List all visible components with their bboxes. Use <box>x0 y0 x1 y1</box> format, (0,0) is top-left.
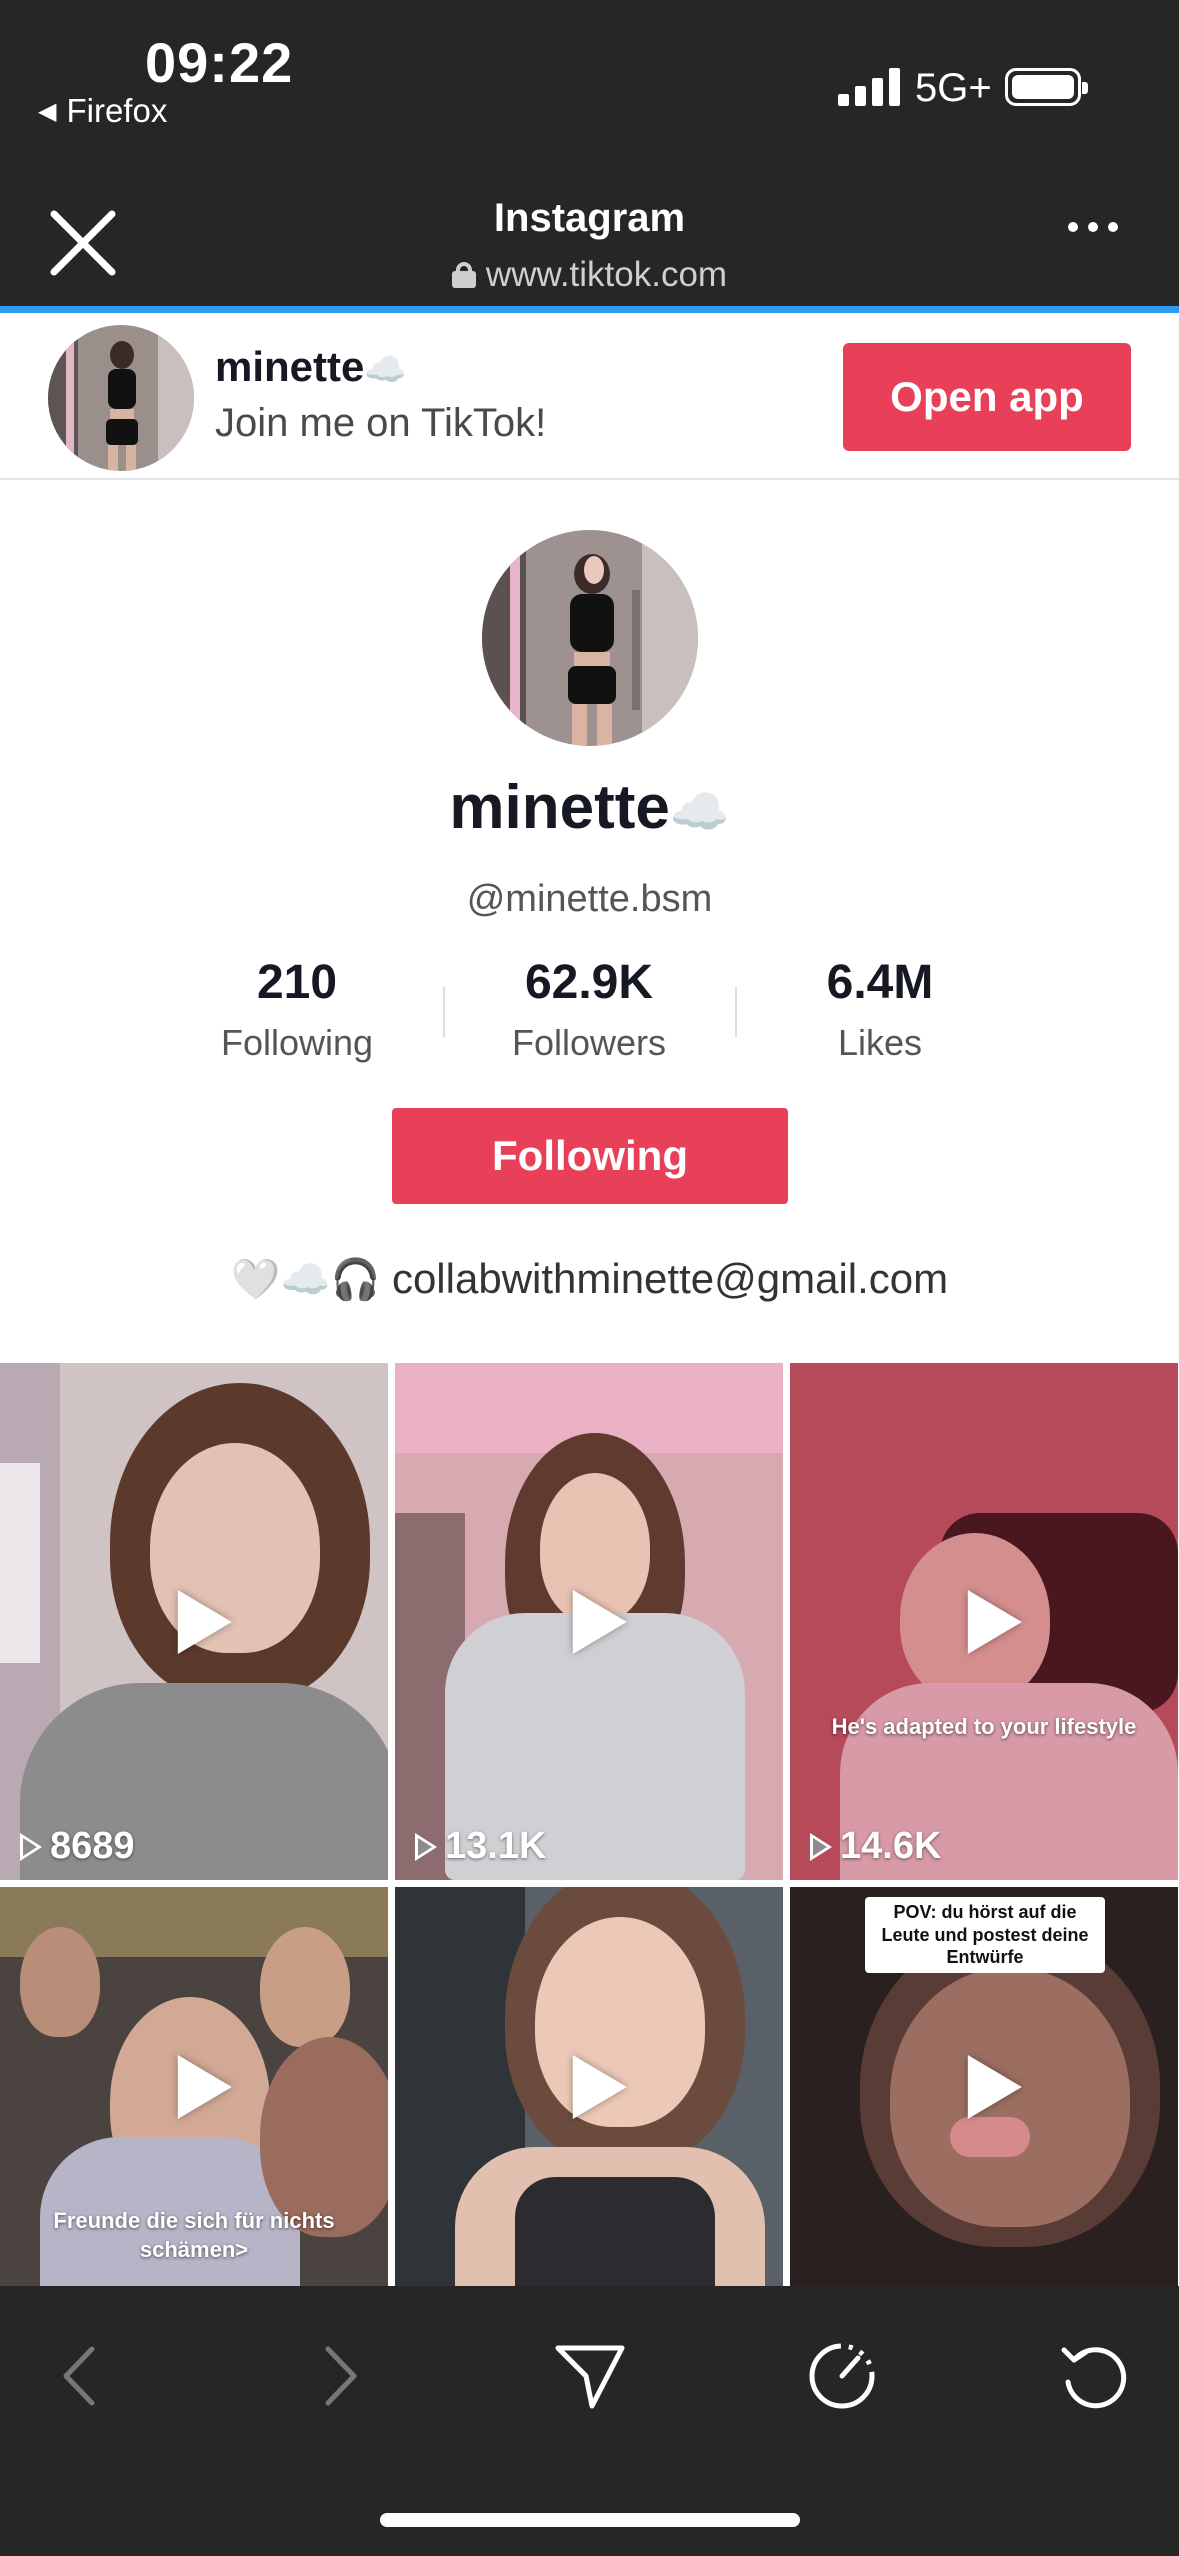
bio-emojis: 🤍☁️🎧 <box>230 1258 381 1302</box>
video-grid: 8689 13.1K He's adapted to your lifestyl… <box>0 1363 1179 2286</box>
video-tile[interactable]: He's adapted to your lifestyle 14.6K <box>790 1363 1178 1880</box>
stat-likes[interactable]: 6.4M Likes <box>760 955 1000 1064</box>
status-time: 09:22 <box>145 31 294 94</box>
more-icon[interactable] <box>1068 222 1118 232</box>
speed-icon[interactable] <box>792 2326 892 2426</box>
home-indicator[interactable] <box>380 2513 800 2527</box>
video-caption: He's adapted to your lifestyle <box>831 1714 1137 1739</box>
play-icon <box>572 1589 627 1654</box>
back-app-label: Firefox <box>66 92 168 129</box>
banner-username: minette☁️ <box>215 343 407 390</box>
stat-value: 62.9K <box>524 956 654 1009</box>
video-tile[interactable]: POV: du hörst auf die Leute und postest … <box>790 1887 1178 2286</box>
back-icon[interactable] <box>32 2326 132 2426</box>
stat-divider <box>443 987 445 1037</box>
stat-value: 210 <box>256 956 338 1009</box>
page-title: Instagram <box>493 196 686 240</box>
bio-email: collabwithminette@gmail.com <box>391 1255 949 1302</box>
signal-icon <box>838 68 900 106</box>
stat-divider <box>735 987 737 1037</box>
banner-avatar <box>48 325 194 471</box>
view-count: 8689 <box>20 1825 135 1868</box>
profile-avatar[interactable] <box>482 530 698 746</box>
video-tile[interactable]: 13.1K <box>395 1363 783 1880</box>
url-display[interactable]: www.tiktok.com <box>0 255 1179 295</box>
video-sticker: POV: du hörst auf die Leute und postest … <box>865 1897 1105 1973</box>
play-icon <box>177 1589 232 1654</box>
app-banner: minette☁️ Join me on TikTok! Open app <box>0 313 1179 480</box>
video-tile[interactable]: Freunde die sich für nichts schämen> <box>0 1887 388 2286</box>
play-small-icon <box>415 1832 437 1861</box>
play-small-icon <box>20 1832 42 1861</box>
video-tile[interactable] <box>395 1887 783 2286</box>
page-load-progress <box>0 306 1179 313</box>
play-icon <box>967 2054 1022 2119</box>
video-tile[interactable]: 8689 <box>0 1363 388 1880</box>
browser-header: 09:22 ◀ Firefox 5G+ Instagram www.tiktok… <box>0 0 1179 306</box>
view-count: 14.6K <box>810 1825 941 1868</box>
view-count: 13.1K <box>415 1825 546 1868</box>
following-button[interactable]: Following <box>392 1108 788 1204</box>
share-icon[interactable] <box>540 2326 640 2426</box>
play-icon <box>572 2054 627 2119</box>
back-triangle-icon: ◀ <box>38 97 57 125</box>
stat-followers[interactable]: 62.9K Followers <box>469 955 709 1064</box>
play-icon <box>177 2054 232 2119</box>
profile-display-name: minette☁️ <box>449 773 730 842</box>
forward-icon[interactable] <box>288 2326 388 2426</box>
stat-label: Following <box>220 1022 374 1063</box>
profile-bio: 🤍☁️🎧 collabwithminette@gmail.com <box>0 1255 1179 1303</box>
stat-following[interactable]: 210 Following <box>177 955 417 1064</box>
stat-label: Likes <box>837 1022 923 1063</box>
lock-icon <box>451 262 476 288</box>
battery-icon <box>1005 68 1088 106</box>
url-text: www.tiktok.com <box>485 255 728 294</box>
video-caption: Freunde die sich für nichts schämen> <box>53 2208 335 2262</box>
open-app-button[interactable]: Open app <box>843 343 1131 451</box>
profile-handle: @minette.bsm <box>466 878 713 920</box>
back-to-app-link[interactable]: ◀ Firefox <box>38 92 167 130</box>
network-type: 5G+ <box>915 66 992 110</box>
play-small-icon <box>810 1832 832 1861</box>
play-icon <box>967 1589 1022 1654</box>
reload-icon[interactable] <box>1044 2326 1144 2426</box>
stat-label: Followers <box>511 1022 667 1063</box>
stat-value: 6.4M <box>826 956 934 1009</box>
banner-subtitle: Join me on TikTok! <box>215 401 547 445</box>
